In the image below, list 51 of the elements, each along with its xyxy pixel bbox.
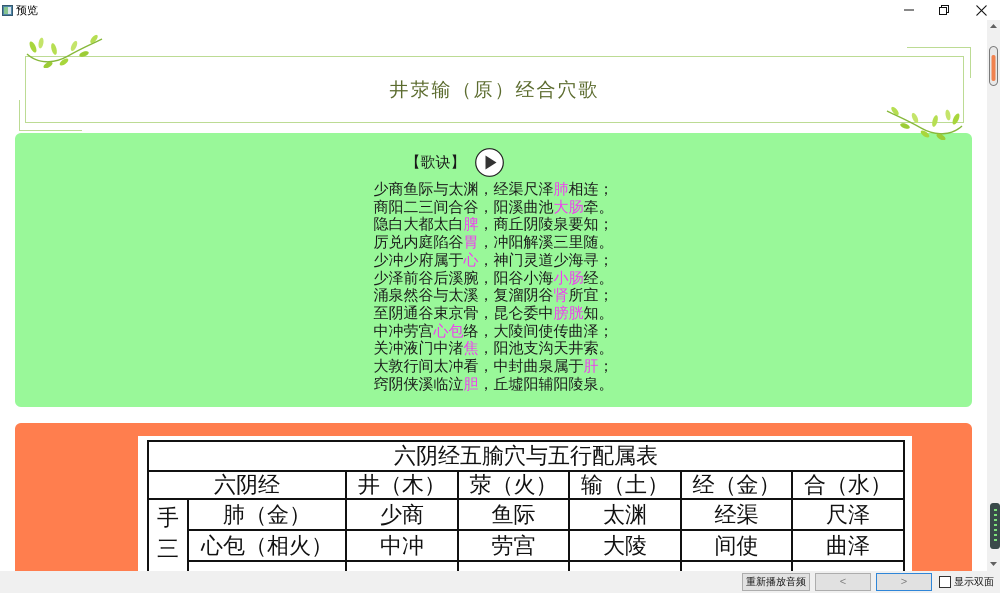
table-cell: 曲泽 [792, 530, 904, 561]
verse-line: 厉兑内庭陷谷胃，冲阳解溪三里随。 [374, 235, 614, 252]
verse-line: 涌泉然谷与太溪，复溜阴谷肾所宜； [374, 288, 614, 306]
verse-line: 少泽前谷后溪腕，阳谷小海小肠经。 [374, 270, 614, 288]
verse-line: 少商鱼际与太渊，经渠尺泽肺相连； [374, 182, 614, 200]
column-header: 经（金） [681, 471, 792, 499]
scroll-down-icon[interactable] [990, 562, 997, 566]
verse-line: 隐白大都太白脾，商丘阴陵泉要知； [374, 217, 614, 234]
leafy-branch-icon [24, 34, 104, 68]
table-cell: 尺泽 [792, 499, 904, 530]
column-header: 输（土） [569, 471, 681, 499]
checkbox-label[interactable]: 显示双面 [954, 575, 994, 589]
verse-heading: 【歌诀】 [406, 154, 466, 172]
table-cell: 鱼际 [458, 499, 569, 530]
scrollbar-thumb[interactable] [989, 46, 998, 86]
close-icon[interactable] [976, 4, 987, 16]
verse-line: 关冲液门中渚焦，阳池支沟天井索。 [374, 341, 614, 358]
table-cell: 劳宫 [458, 530, 569, 561]
verse-line: 少冲少府属于心，神门灵道少海寻； [374, 252, 614, 270]
verse-line: 窍阴侠溪临泣胆，丘墟阳辅阳陵泉。 [374, 376, 614, 394]
table-cell: 经渠 [681, 499, 792, 530]
table-cell: 间使 [681, 530, 792, 561]
row-header: 心包（相火） [188, 530, 346, 561]
replay-audio-button[interactable]: 重新播放音频 [742, 573, 810, 591]
column-header: 合（水） [792, 471, 904, 499]
verse-line: 大敦行间太冲看，中封曲泉属于肝； [374, 359, 614, 376]
leafy-branch-icon [885, 106, 965, 140]
table-cell: 中冲 [346, 530, 458, 561]
scroll-up-icon[interactable] [990, 24, 997, 28]
table-cell: 太渊 [569, 499, 681, 530]
checkbox[interactable] [939, 576, 951, 588]
column-header: 六阴经 [148, 471, 346, 499]
row-header: 肺（金） [188, 499, 346, 530]
minimize-icon[interactable] [904, 9, 914, 11]
page-title: 井荥输（原）经合穴歌 [390, 78, 600, 102]
column-header: 井（木） [346, 471, 458, 499]
table-cell: 少商 [346, 499, 458, 530]
dotted-bar-icon [990, 503, 1000, 549]
verse-line: 中冲劳宫心包络，大陵间使传曲泽； [374, 324, 614, 340]
table-title: 六阴经五腧穴与五行配属表 [148, 441, 904, 471]
corner-ornament [907, 47, 971, 78]
app-icon [2, 4, 13, 16]
play-icon[interactable] [474, 148, 504, 177]
group-label: 手三 [157, 504, 179, 563]
verse-line: 商阳二三间合谷，阳溪曲池大肠牵。 [374, 200, 614, 216]
table-cell: 大陵 [569, 530, 681, 561]
corner-ornament [19, 100, 82, 131]
restore-icon[interactable] [939, 5, 949, 15]
verse-line: 至阴通谷束京骨，昆仑委中膀胱知。 [374, 306, 614, 323]
column-header: 荥（火） [458, 471, 569, 499]
window-title: 预览 [16, 4, 38, 18]
